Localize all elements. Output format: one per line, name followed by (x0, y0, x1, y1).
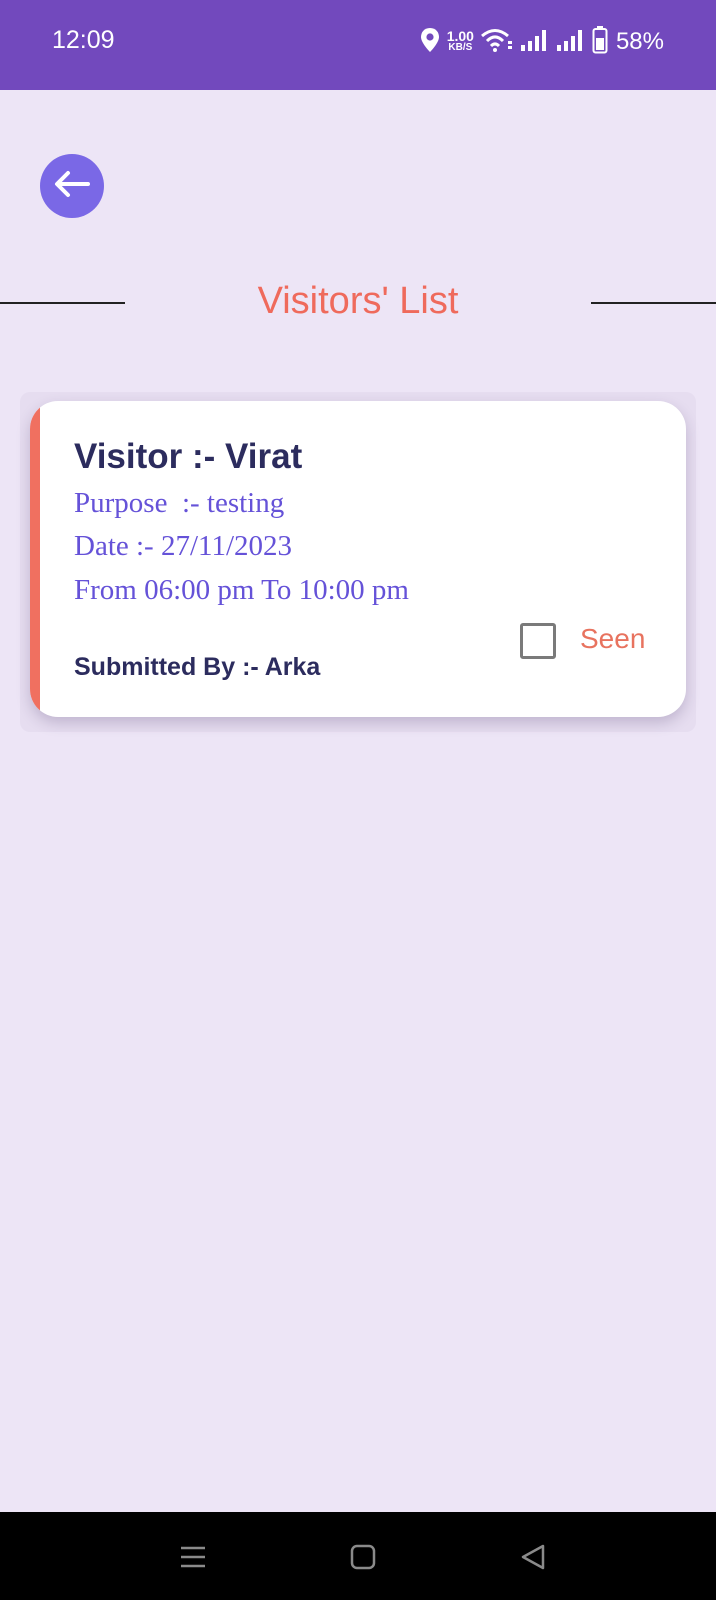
home-icon[interactable] (348, 1542, 378, 1572)
title-divider-right (591, 302, 716, 304)
back-button[interactable] (40, 154, 104, 218)
arrow-left-icon (52, 168, 92, 205)
visitor-time-range: From 06:00 pm To 10:00 pm (74, 574, 409, 606)
status-time: 12:09 (52, 26, 115, 54)
location-icon (419, 27, 441, 58)
seen-label[interactable]: Seen (580, 623, 645, 655)
battery-icon (592, 25, 608, 59)
wifi-icon (480, 27, 514, 58)
visitor-purpose: Purpose :- testing (74, 487, 285, 519)
recent-apps-icon[interactable] (178, 1542, 208, 1572)
card-accent-bar (30, 401, 40, 717)
visitor-date: Date :- 27/11/2023 (74, 530, 292, 562)
navigation-bar (0, 1512, 716, 1600)
network-speed-value: 1.00 (446, 28, 474, 44)
seen-checkbox[interactable] (520, 623, 556, 659)
battery-percentage: 58% (615, 28, 664, 55)
visitor-card: Visitor :- Virat Purpose :- testing Date… (30, 401, 686, 717)
status-icons: 1.00 KB/S 58% (419, 24, 664, 60)
signal-icon-2 (556, 28, 586, 57)
signal-icon-1 (520, 28, 550, 57)
status-bar: 12:09 1.00 KB/S 58% (0, 0, 716, 90)
network-speed-unit: KB/S (448, 42, 473, 53)
visitor-name: Visitor :- Virat (74, 437, 303, 476)
submitted-by: Submitted By :- Arka (74, 653, 321, 681)
network-speed: 1.00 KB/S (446, 28, 474, 54)
back-triangle-icon[interactable] (518, 1542, 548, 1572)
